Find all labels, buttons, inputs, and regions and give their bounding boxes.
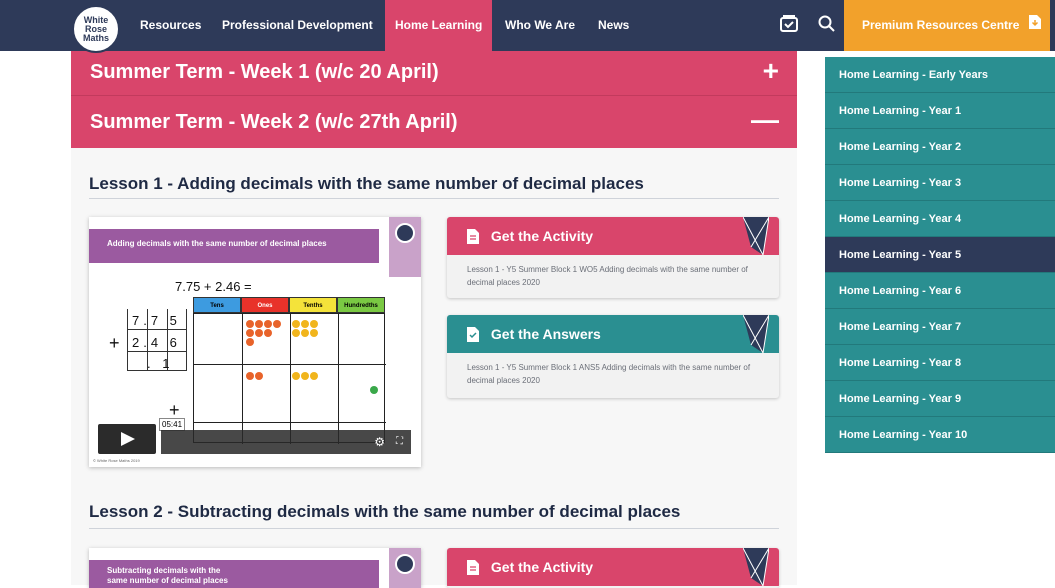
get-activity-label: Get the Activity bbox=[490, 559, 594, 575]
get-activity-card[interactable]: Get the Activity bbox=[447, 548, 779, 588]
nav-resources[interactable]: Resources bbox=[130, 0, 211, 51]
accordion-title: Summer Term - Week 1 (w/c 20 April) bbox=[90, 61, 439, 83]
video-banner: Adding decimals with the same number of … bbox=[89, 229, 379, 263]
video-copyright: © White Rose Maths 2019 bbox=[93, 458, 140, 463]
geometric-corner-icon bbox=[743, 315, 769, 353]
nav-news[interactable]: News bbox=[588, 0, 639, 51]
wrm-badge-icon bbox=[395, 223, 415, 243]
nav-home-learning[interactable]: Home Learning bbox=[385, 0, 493, 51]
basket-icon[interactable] bbox=[779, 14, 801, 36]
nav-who-we-are[interactable]: Who We Are bbox=[495, 0, 585, 51]
place-value-table: Tens Ones Tenths Hundredths bbox=[193, 297, 386, 444]
accordion-week-2[interactable]: Summer Term - Week 2 (w/c 27th April) — bbox=[71, 96, 797, 148]
sidebar-item-year-9[interactable]: Home Learning - Year 9 bbox=[825, 381, 1055, 417]
sidebar-item-year-10[interactable]: Home Learning - Year 10 bbox=[825, 417, 1055, 453]
wrm-badge-icon bbox=[395, 554, 415, 574]
white-rose-maths-logo[interactable]: White Rose Maths bbox=[72, 5, 120, 53]
get-activity-label: Get the Activity bbox=[490, 228, 594, 244]
answers-description: Lesson 1 - Y5 Summer Block 1 ANS5 Adding… bbox=[467, 363, 751, 385]
col-tenths: Tenths bbox=[289, 297, 337, 313]
addend-1: 7.7 5 bbox=[132, 313, 181, 328]
lesson-2-video[interactable]: Subtracting decimals with the same numbe… bbox=[89, 548, 421, 588]
search-icon[interactable] bbox=[817, 14, 839, 36]
collapse-icon[interactable]: — bbox=[751, 106, 779, 134]
divider bbox=[89, 198, 779, 199]
col-tens: Tens bbox=[193, 297, 241, 313]
sidebar-item-year-8[interactable]: Home Learning - Year 8 bbox=[825, 345, 1055, 381]
addend-2: 2.4 6 bbox=[132, 335, 181, 350]
document-icon bbox=[467, 551, 479, 588]
get-activity-button[interactable]: Get the Activity bbox=[447, 548, 779, 586]
premium-resources-button[interactable]: Premium Resources Centre bbox=[844, 0, 1050, 51]
activity-description: Lesson 1 - Y5 Summer Block 1 WO5 Adding … bbox=[467, 265, 748, 287]
play-button[interactable] bbox=[98, 424, 156, 454]
get-answers-label: Get the Answers bbox=[490, 326, 601, 342]
premium-label: Premium Resources Centre bbox=[862, 18, 1020, 32]
partial-sum: . 1 bbox=[147, 356, 174, 371]
lesson-1-video[interactable]: Adding decimals with the same number of … bbox=[89, 217, 421, 467]
settings-icon[interactable]: ⚙ bbox=[374, 435, 385, 449]
download-icon bbox=[1028, 0, 1041, 51]
video-controls[interactable]: ⚙ ⛶ bbox=[161, 430, 411, 454]
sidebar-item-year-5[interactable]: Home Learning - Year 5 bbox=[825, 237, 1055, 273]
sidebar-item-year-2[interactable]: Home Learning - Year 2 bbox=[825, 129, 1055, 165]
sidebar-item-early-years[interactable]: Home Learning - Early Years bbox=[825, 57, 1055, 93]
lesson-1-title: Lesson 1 - Adding decimals with the same… bbox=[89, 174, 644, 193]
geometric-corner-icon bbox=[743, 217, 769, 255]
get-activity-button[interactable]: Get the Activity bbox=[447, 217, 779, 255]
geometric-corner-icon bbox=[743, 548, 769, 586]
sidebar-item-year-3[interactable]: Home Learning - Year 3 bbox=[825, 165, 1055, 201]
get-answers-card[interactable]: Get the Answers Lesson 1 - Y5 Summer Blo… bbox=[447, 315, 779, 398]
expand-icon[interactable]: + bbox=[763, 57, 779, 85]
logo-line-3: Maths bbox=[82, 32, 109, 43]
accordion-title: Summer Term - Week 2 (w/c 27th April) bbox=[90, 111, 458, 133]
sidebar-item-year-4[interactable]: Home Learning - Year 4 bbox=[825, 201, 1055, 237]
play-icon bbox=[121, 432, 135, 446]
document-icon bbox=[467, 220, 479, 258]
get-answers-button[interactable]: Get the Answers bbox=[447, 315, 779, 353]
video-banner: Subtracting decimals with the same numbe… bbox=[89, 560, 379, 588]
lesson-2-title: Lesson 2 - Subtracting decimals with the… bbox=[89, 502, 681, 521]
sidebar-item-year-6[interactable]: Home Learning - Year 6 bbox=[825, 273, 1055, 309]
checked-document-icon bbox=[467, 318, 479, 356]
sidebar-item-year-7[interactable]: Home Learning - Year 7 bbox=[825, 309, 1055, 345]
plus-sign: + bbox=[109, 333, 120, 353]
get-activity-card[interactable]: Get the Activity Lesson 1 - Y5 Summer Bl… bbox=[447, 217, 779, 298]
fullscreen-icon[interactable]: ⛶ bbox=[396, 436, 403, 447]
sidebar-item-year-1[interactable]: Home Learning - Year 1 bbox=[825, 93, 1055, 129]
accordion-week-1[interactable]: Summer Term - Week 1 (w/c 20 April) + bbox=[71, 51, 797, 95]
home-learning-sidebar: Home Learning - Early Years Home Learnin… bbox=[825, 57, 1055, 453]
col-hundredths: Hundredths bbox=[337, 297, 385, 313]
nav-professional-development[interactable]: Professional Development bbox=[212, 0, 383, 51]
column-addition: 7.7 5 2.4 6 . 1 + bbox=[107, 309, 187, 409]
divider bbox=[89, 528, 779, 529]
video-equation: 7.75 + 2.46 = bbox=[175, 279, 252, 294]
col-ones: Ones bbox=[241, 297, 289, 313]
place-value-grid bbox=[193, 313, 386, 444]
top-navbar: Resources Professional Development Home … bbox=[0, 0, 1055, 51]
